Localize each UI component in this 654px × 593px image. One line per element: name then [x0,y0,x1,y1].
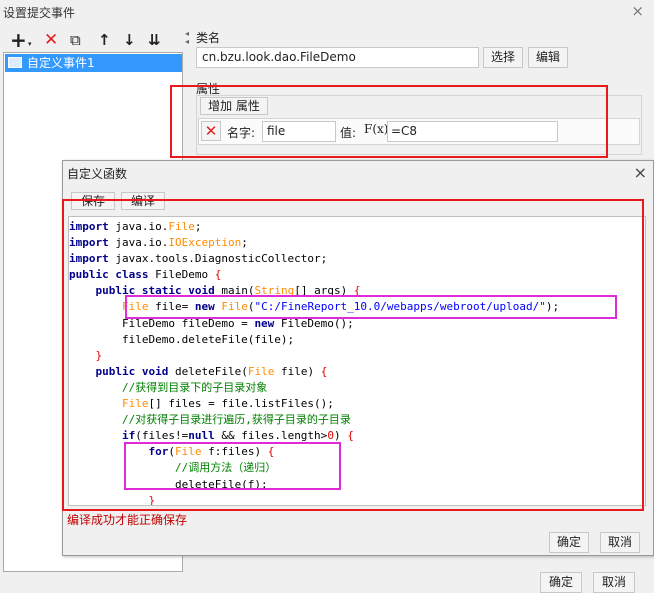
highlight-file-path-box [125,295,617,319]
collapse-handle[interactable]: ◂ ◂ [185,30,189,55]
class-name-input[interactable]: cn.bzu.look.dao.FileDemo [196,47,479,68]
add-icon[interactable]: + [10,30,27,50]
delete-icon[interactable]: ✕ [44,30,58,50]
event-icon [8,57,22,68]
outer-cancel-button[interactable]: 取消 [593,572,635,593]
window-title: 设置提交事件 [3,6,76,20]
event-item-label: 自定义事件1 [27,56,95,70]
close-icon[interactable]: × [631,2,644,20]
class-name-label: 类名 [196,31,221,45]
copy-icon[interactable]: ⧉ [70,30,81,50]
edit-button[interactable]: 编辑 [528,47,568,68]
dropdown-arrow-icon[interactable]: ▾ [28,34,32,54]
outer-ok-button[interactable]: 确定 [540,572,582,593]
dialog-cancel-button[interactable]: 取消 [600,532,640,553]
highlight-recursion-box [124,442,341,490]
move-up-icon[interactable]: ↑ [98,30,111,50]
event-toolbar: + ▾ ✕ ⧉ ↑ ↓ ⇊ [4,28,184,52]
dialog-close-icon[interactable]: × [634,163,647,182]
event-list-item[interactable]: 自定义事件1 [5,54,182,72]
move-bottom-icon[interactable]: ⇊ [148,30,161,50]
compile-hint: 编译成功才能正确保存 [67,513,188,527]
move-down-icon[interactable]: ↓ [123,30,136,50]
dialog-title: 自定义函数 [67,167,128,181]
select-button[interactable]: 选择 [483,47,523,68]
highlight-attributes-box [170,85,608,158]
dialog-ok-button[interactable]: 确定 [549,532,589,553]
